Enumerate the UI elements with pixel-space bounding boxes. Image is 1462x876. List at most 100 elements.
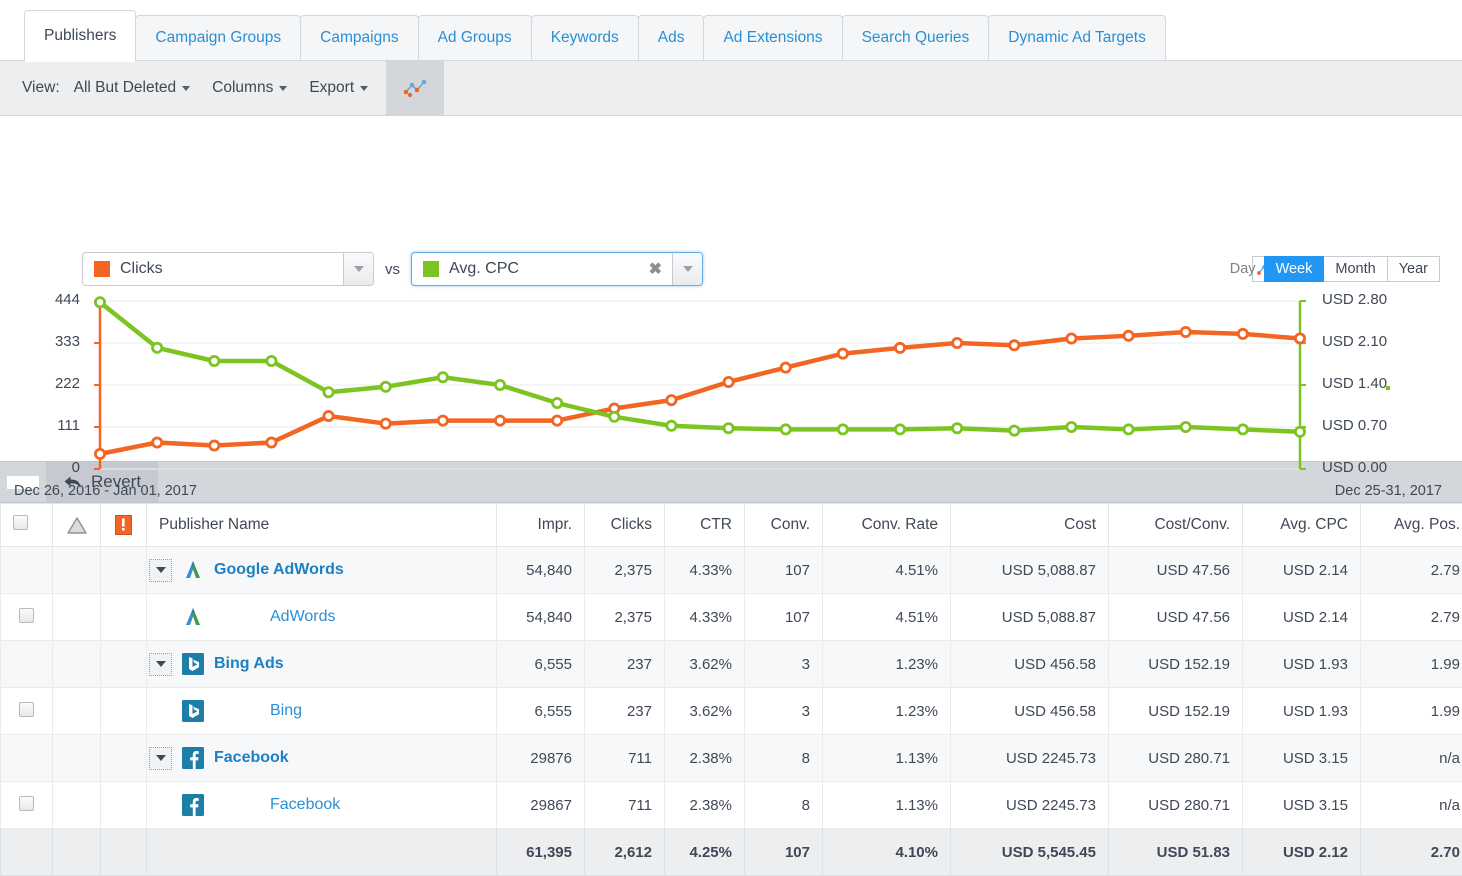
- total-avg-cpc-cell: USD 2.12: [1243, 829, 1361, 876]
- table-row: Facebook298767112.38%81.13%USD 2245.73US…: [1, 735, 1462, 782]
- chart-plot-area: 0111222333444 USD 0.00USD 0.70USD 1.40US…: [0, 291, 1462, 481]
- conversions-cell: 8: [745, 735, 823, 782]
- cost-header[interactable]: Cost: [951, 504, 1109, 547]
- tab-list: PublishersCampaign GroupsCampaignsAd Gro…: [24, 0, 1462, 61]
- facebook-icon: [182, 794, 204, 816]
- metric-a-select[interactable]: Clicks: [82, 252, 374, 286]
- granularity-selector: Day WeekMonthYear: [1230, 256, 1440, 282]
- clicks-cell: 711: [585, 735, 665, 782]
- tab-keywords[interactable]: Keywords: [531, 15, 639, 61]
- row-select-cell[interactable]: [1, 782, 53, 829]
- cost-per-conversion-header[interactable]: Cost/Conv.: [1109, 504, 1243, 547]
- ctr-cell: 3.62%: [665, 688, 745, 735]
- granularity-year-button[interactable]: Year: [1388, 256, 1440, 282]
- row-expand-toggle[interactable]: [149, 747, 172, 770]
- tab-campaigns[interactable]: Campaigns: [300, 15, 418, 61]
- tab-campaign-groups[interactable]: Campaign Groups: [135, 15, 301, 61]
- clicks-cell: 2,375: [585, 594, 665, 641]
- cost-cell: USD 5,088.87: [951, 547, 1109, 594]
- ctr-cell: 2.38%: [665, 782, 745, 829]
- columns-menu[interactable]: Columns: [208, 61, 305, 115]
- row-select-cell[interactable]: [1, 688, 53, 735]
- publisher-name-link[interactable]: AdWords: [270, 608, 336, 626]
- metric-a-dropdown-arrow[interactable]: [343, 253, 373, 285]
- table-header-row: Publisher Name Impr. Clicks CTR Conv. Co…: [1, 504, 1462, 547]
- cost-cell: USD 2245.73: [951, 782, 1109, 829]
- conversion-rate-cell: 1.13%: [823, 782, 951, 829]
- avg-cpc-header[interactable]: Avg. CPC: [1243, 504, 1361, 547]
- publisher-name-label[interactable]: Google AdWords: [214, 561, 344, 579]
- row-checkbox[interactable]: [19, 702, 34, 717]
- row-expand-toggle[interactable]: [149, 653, 172, 676]
- row-select-cell: [1, 547, 53, 594]
- google-adwords-icon: [182, 559, 204, 581]
- granularity-day-label[interactable]: Day: [1230, 261, 1264, 277]
- tab-ads[interactable]: Ads: [638, 15, 705, 61]
- alert-header-cell[interactable]: [101, 504, 147, 547]
- total-ctr-cell: 4.25%: [665, 829, 745, 876]
- view-dropdown[interactable]: All But Deleted: [70, 79, 195, 97]
- clicks-header[interactable]: Clicks: [585, 504, 665, 547]
- row-alert-cell: [101, 735, 147, 782]
- avg-position-header[interactable]: Avg. Pos.: [1361, 504, 1462, 547]
- view-filter: View: All But Deleted: [22, 61, 208, 115]
- row-warning-cell: [53, 782, 101, 829]
- conversion-rate-cell: 1.23%: [823, 641, 951, 688]
- publishers-table: Publisher Name Impr. Clicks CTR Conv. Co…: [0, 503, 1462, 876]
- cost-per-conversion-cell: USD 47.56: [1109, 594, 1243, 641]
- tab-ad-groups[interactable]: Ad Groups: [418, 15, 532, 61]
- chart-visibility-toggle-button[interactable]: [386, 61, 444, 115]
- cost-cell: USD 5,088.87: [951, 594, 1109, 641]
- conversion-rate-header[interactable]: Conv. Rate: [823, 504, 951, 547]
- cost-cell: USD 2245.73: [951, 735, 1109, 782]
- export-menu[interactable]: Export: [305, 61, 386, 115]
- total-cost-per-conversion-cell: USD 51.83: [1109, 829, 1243, 876]
- ctr-cell: 4.33%: [665, 547, 745, 594]
- granularity-buttons: WeekMonthYear: [1264, 256, 1440, 282]
- granularity-week-button[interactable]: Week: [1264, 256, 1325, 282]
- columns-label: Columns: [212, 79, 273, 97]
- clicks-cell: 237: [585, 641, 665, 688]
- publishers-table-wrapper: Publisher Name Impr. Clicks CTR Conv. Co…: [0, 503, 1462, 876]
- cost-cell: USD 456.58: [951, 688, 1109, 735]
- publisher-name-label[interactable]: Bing Ads: [214, 655, 284, 673]
- chart-start-date-label: Dec 26, 2016 - Jan 01, 2017: [14, 483, 197, 499]
- row-warning-cell: [53, 547, 101, 594]
- tab-ad-extensions[interactable]: Ad Extensions: [703, 15, 842, 61]
- row-checkbox[interactable]: [19, 608, 34, 623]
- ctr-cell: 2.38%: [665, 735, 745, 782]
- clear-x-icon[interactable]: ✖: [639, 259, 672, 279]
- metric-b-dropdown-arrow[interactable]: [672, 253, 702, 285]
- row-expand-toggle[interactable]: [149, 559, 172, 582]
- granularity-month-button[interactable]: Month: [1324, 256, 1387, 282]
- tab-publishers[interactable]: Publishers: [24, 10, 136, 62]
- publisher-name-link[interactable]: Bing: [270, 702, 302, 720]
- avg-cpc-cell: USD 3.15: [1243, 782, 1361, 829]
- publisher-name-header[interactable]: Publisher Name: [147, 504, 497, 547]
- tab-search-queries[interactable]: Search Queries: [842, 15, 990, 61]
- row-select-cell[interactable]: [1, 594, 53, 641]
- warning-header-cell[interactable]: [53, 504, 101, 547]
- table-row: Facebook298677112.38%81.13%USD 2245.73US…: [1, 782, 1462, 829]
- metric-b-select[interactable]: Avg. CPC ✖: [411, 252, 703, 286]
- clicks-cell: 711: [585, 782, 665, 829]
- publisher-name-link[interactable]: Facebook: [270, 796, 340, 814]
- cost-per-conversion-cell: USD 152.19: [1109, 641, 1243, 688]
- avg-cpc-cell: USD 1.93: [1243, 641, 1361, 688]
- conversions-header[interactable]: Conv.: [745, 504, 823, 547]
- ctr-cell: 3.62%: [665, 641, 745, 688]
- row-checkbox[interactable]: [19, 796, 34, 811]
- publisher-name-cell: AdWords: [147, 594, 497, 641]
- publisher-name-label[interactable]: Facebook: [214, 749, 289, 767]
- export-label: Export: [309, 79, 354, 97]
- impressions-header[interactable]: Impr.: [497, 504, 585, 547]
- alert-exclamation-icon: [115, 515, 132, 535]
- scatter-line-icon: [403, 78, 427, 98]
- select-all-checkbox[interactable]: [13, 515, 28, 530]
- tab-dynamic-ad-targets[interactable]: Dynamic Ad Targets: [988, 15, 1166, 61]
- conversions-cell: 3: [745, 641, 823, 688]
- select-all-header-cell[interactable]: [1, 504, 53, 547]
- table-row: Google AdWords54,8402,3754.33%1074.51%US…: [1, 547, 1462, 594]
- ctr-header[interactable]: CTR: [665, 504, 745, 547]
- chevron-down-icon: [354, 266, 364, 272]
